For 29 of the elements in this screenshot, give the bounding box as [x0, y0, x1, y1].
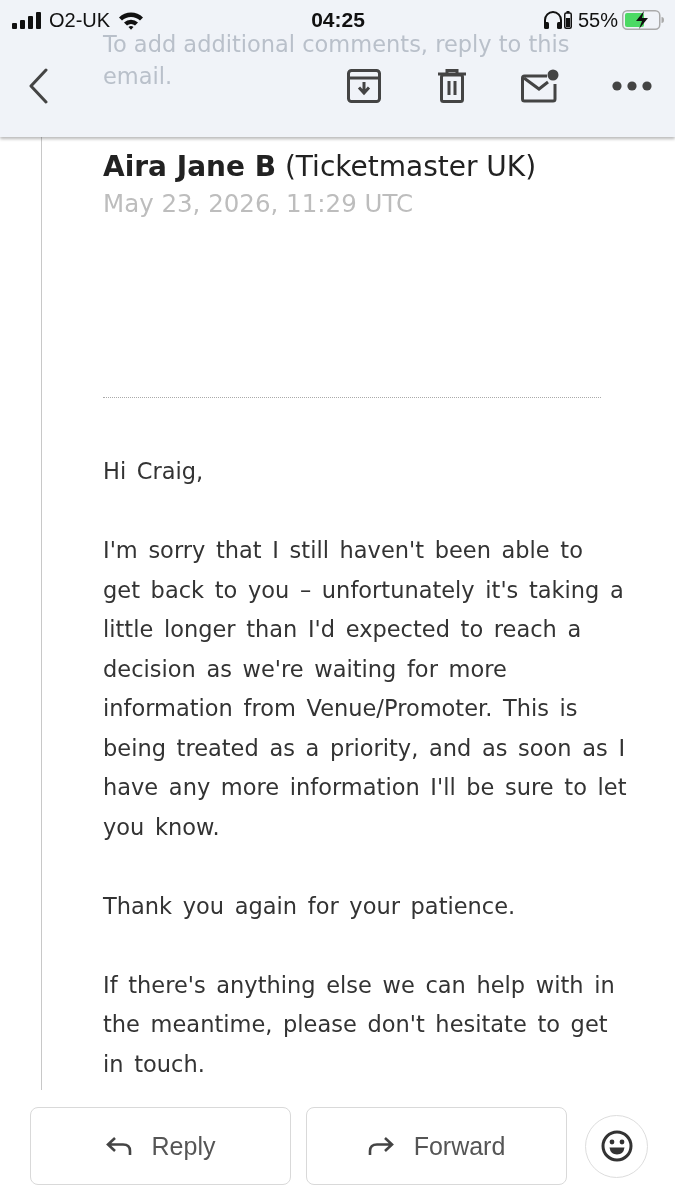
sender-name: Aira Jane B (Ticketmaster UK)	[103, 151, 538, 183]
message-paragraph: If there's anything else we can help with in the meantime, please don't hesitate to get in touch.	[103, 970, 616, 1079]
more-icon	[612, 80, 652, 91]
message-paragraph: Hi Craig,	[103, 457, 205, 486]
trash-icon	[437, 68, 467, 103]
message-paragraph: Thank you again for your patience.	[103, 891, 517, 921]
archive-icon	[347, 68, 381, 103]
charging-battery-icon	[622, 10, 664, 30]
signal-icon	[12, 11, 42, 29]
reply-button[interactable]: Reply	[30, 1107, 291, 1185]
carrier-name: O2-UK	[49, 8, 111, 32]
mark-unread-button[interactable]	[521, 68, 559, 103]
headphone-battery-icon	[563, 11, 572, 29]
battery-percent: 55%	[577, 8, 618, 32]
mail-unread-icon	[521, 68, 559, 103]
clock-time: 04:25	[311, 8, 365, 32]
forward-arrow-icon	[367, 1136, 394, 1156]
smiley-icon	[600, 1130, 633, 1162]
headphones-icon	[542, 10, 563, 30]
archive-button[interactable]	[347, 68, 381, 103]
delete-button[interactable]	[437, 68, 467, 103]
back-chevron-icon	[28, 67, 48, 104]
forward-button[interactable]: Forward	[306, 1107, 567, 1185]
reply-arrow-icon	[105, 1136, 132, 1156]
message-date: May 23, 2026, 11:29 UTC	[103, 189, 415, 219]
more-button[interactable]	[612, 80, 652, 91]
wifi-icon	[118, 10, 145, 30]
back-button[interactable]	[28, 67, 48, 104]
message-paragraph: I'm sorry that I still haven't been able to get back to you – unfortunately it's taking a little longer than I'd expected to reach a decision as we're waiting for more information from Venue/Promoter. This is being treated as a priority, and as soon as I have any more information I'll be sure to let you know.	[103, 536, 628, 842]
